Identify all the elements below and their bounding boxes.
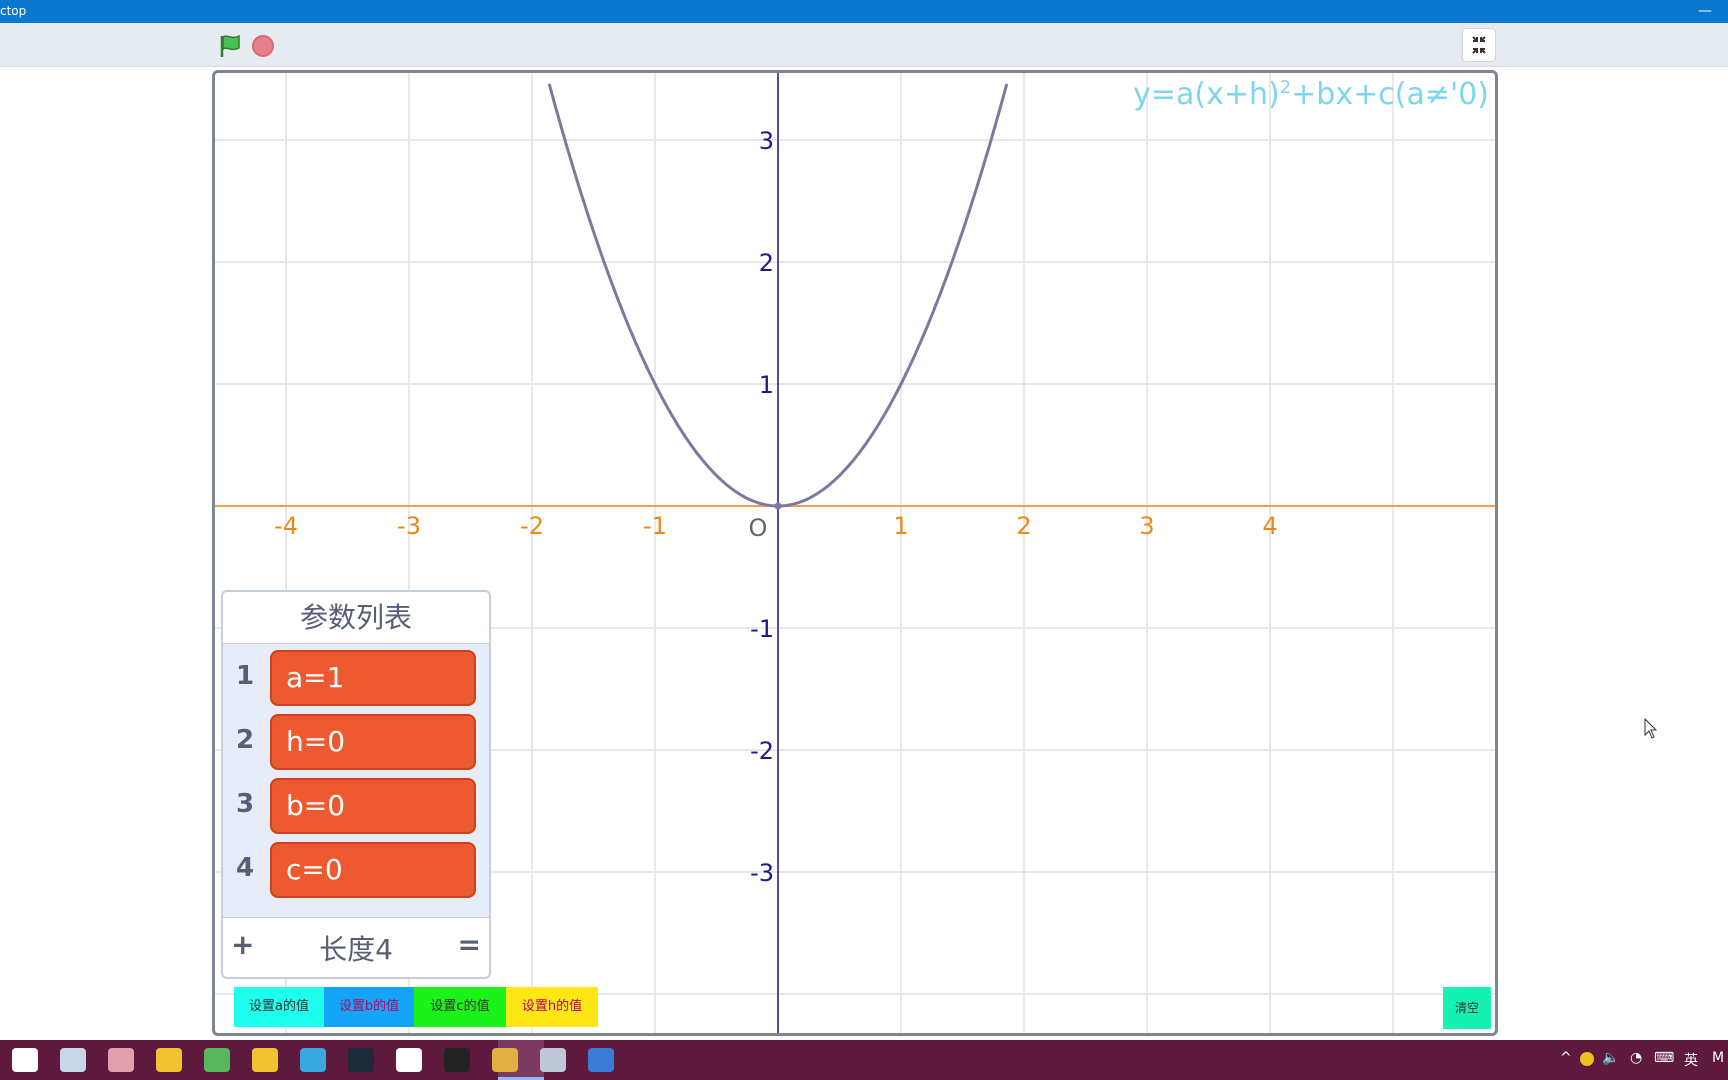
- keyboard-icon[interactable]: ⌨: [1654, 1050, 1674, 1066]
- cs-app-icon[interactable]: [348, 1048, 374, 1072]
- parameter-list[interactable]: 参数列表 1 a=1 2 h=0 3 b=0 4 c=0 + 长度4 =: [221, 590, 491, 979]
- y-tick-label: -1: [750, 615, 774, 643]
- list-item: 3 b=0: [223, 772, 489, 836]
- set-c-button[interactable]: 设置c的值: [414, 987, 506, 1027]
- list-item-index: 3: [235, 789, 255, 819]
- x-tick-label: -1: [643, 512, 667, 540]
- list-item-index: 1: [235, 661, 255, 691]
- set-a-button[interactable]: 设置a的值: [234, 987, 324, 1027]
- capcut-icon[interactable]: [396, 1048, 422, 1072]
- tray-chevron-icon[interactable]: ^: [1560, 1050, 1572, 1066]
- list-item-index: 2: [235, 725, 255, 755]
- y-tick-label: 1: [759, 371, 774, 399]
- set-h-button[interactable]: 设置h的值: [506, 987, 598, 1027]
- add-item-button[interactable]: +: [231, 928, 254, 961]
- list-item: 4 c=0: [223, 836, 489, 900]
- x-tick-label: -2: [520, 512, 544, 540]
- exit-fullscreen-icon[interactable]: [1462, 28, 1496, 62]
- list-length: 长度4: [319, 933, 393, 966]
- x-tick-label: 1: [893, 512, 908, 540]
- formula-label: y=a(x+h)2+bx+c(a≠'0): [1133, 77, 1489, 112]
- set-b-button[interactable]: 设置b的值: [324, 987, 414, 1027]
- list-item: 1 a=1: [223, 644, 489, 708]
- y-tick-label: 2: [759, 249, 774, 277]
- list-item-index: 4: [235, 853, 255, 883]
- s-logo-icon[interactable]: [12, 1048, 38, 1072]
- title-bar: ctop —: [0, 0, 1728, 23]
- x-tick-label: 4: [1262, 512, 1277, 540]
- list-title: 参数列表: [223, 592, 489, 644]
- list-item-value[interactable]: a=1: [270, 650, 476, 706]
- ok-app-icon[interactable]: [444, 1048, 470, 1072]
- window-app-icon[interactable]: [588, 1048, 614, 1072]
- notes-app-icon[interactable]: [492, 1048, 518, 1072]
- browser-icon[interactable]: [204, 1048, 230, 1072]
- tray-letter[interactable]: M: [1712, 1050, 1724, 1066]
- volume-icon[interactable]: 🔈: [1602, 1050, 1619, 1066]
- clear-button[interactable]: 清空: [1443, 987, 1491, 1029]
- x-tick-label: 2: [1016, 512, 1031, 540]
- window-title: ctop: [0, 4, 27, 18]
- y-tick-label: -3: [750, 859, 774, 887]
- origin-label: O: [749, 514, 768, 542]
- stop-icon[interactable]: [252, 35, 274, 57]
- paint-icon[interactable]: [108, 1048, 134, 1072]
- network-icon[interactable]: ◔: [1630, 1050, 1642, 1066]
- triangle-app-icon[interactable]: [300, 1048, 326, 1072]
- vertex-point: [774, 502, 782, 510]
- y-tick-label: -2: [750, 737, 774, 765]
- minimize-icon[interactable]: —: [1698, 0, 1712, 23]
- x-tick-label: 3: [1139, 512, 1154, 540]
- list-item-value[interactable]: h=0: [270, 714, 476, 770]
- file-icon[interactable]: [60, 1048, 86, 1072]
- resize-handle[interactable]: =: [458, 928, 481, 961]
- y-tick-label: 3: [759, 127, 774, 155]
- tray-status-icon[interactable]: [1580, 1052, 1594, 1066]
- mouse-cursor-icon: [1644, 718, 1658, 739]
- chrome-icon[interactable]: [156, 1048, 182, 1072]
- list-item-value[interactable]: b=0: [270, 778, 476, 834]
- list-footer: + 长度4 =: [223, 917, 489, 977]
- list-item-value[interactable]: c=0: [270, 842, 476, 898]
- taskbar: ^ 🔈 ◔ ⌨ 英 M: [0, 1040, 1728, 1080]
- paint-app-icon[interactable]: [540, 1048, 566, 1072]
- stage[interactable]: -4 -3 -2 -1 1 2 3 4 3 2 1 -1 -2 -3 O y=a(x+h)2+bx+c(a≠…: [212, 70, 1498, 1036]
- stage-toolbar: [0, 23, 1728, 67]
- x-tick-label: -3: [397, 512, 421, 540]
- ime-indicator[interactable]: 英: [1684, 1050, 1698, 1070]
- list-item: 2 h=0: [223, 708, 489, 772]
- folder-icon[interactable]: [252, 1048, 278, 1072]
- x-tick-label: -4: [274, 512, 298, 540]
- green-flag-icon[interactable]: [218, 33, 244, 59]
